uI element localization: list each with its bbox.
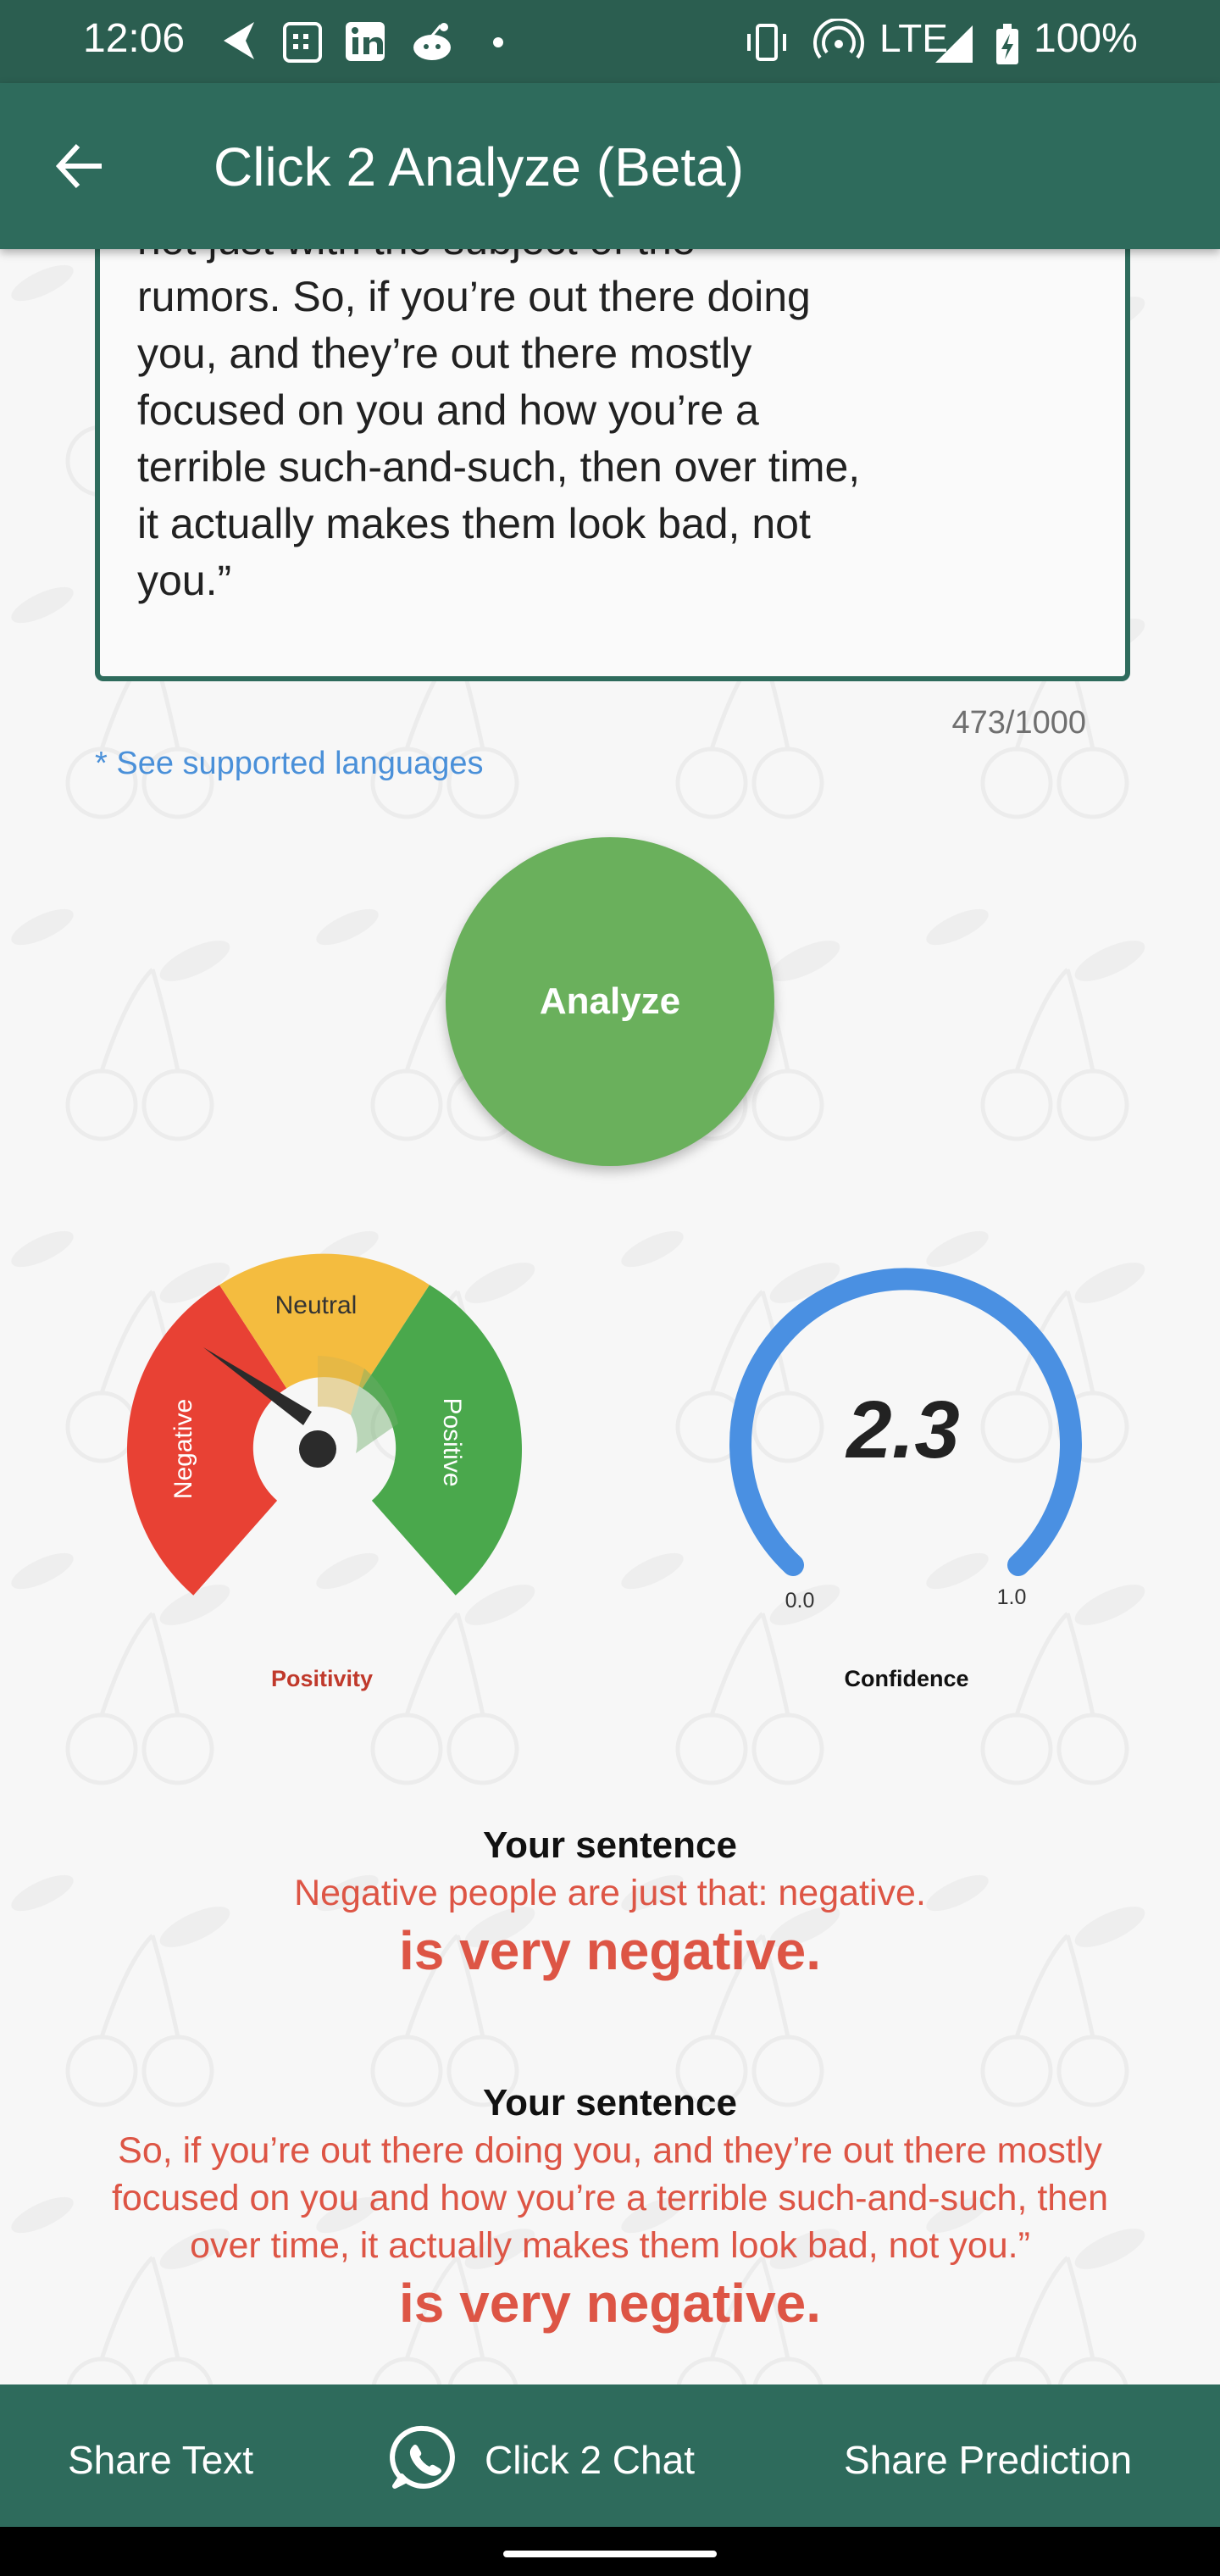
signal-icon (935, 25, 973, 63)
gauge-label-neutral: Neutral (275, 1291, 358, 1319)
input-line: rumors. So, if you’re out there doing (137, 273, 811, 320)
input-line: you.” (137, 557, 232, 604)
share-text-button[interactable]: Share Text (68, 2437, 253, 2483)
share-prediction-button[interactable]: Share Prediction (844, 2437, 1132, 2483)
hotspot-icon (813, 19, 864, 59)
page-title: Click 2 Analyze (Beta) (214, 136, 745, 197)
confidence-max-label: 1.0 (997, 1585, 1027, 1609)
gauge-label-positive: Positive (438, 1397, 466, 1486)
confidence-gauge: 2.3 0.0 1.0 (729, 1268, 1082, 1613)
navigation-arrow-icon (224, 22, 254, 59)
status-signal-battery (935, 24, 1018, 64)
result-verdict: is very negative. (398, 1920, 822, 1981)
app-bar: Click 2 Analyze (Beta) (0, 83, 1220, 249)
status-bar: 12:06 LTE 100% (0, 0, 1220, 83)
status-left-icons (224, 22, 503, 63)
result-heading: Your sentence (483, 1824, 737, 1866)
input-line: it actually makes them look bad, not (137, 500, 811, 547)
status-time: 12:06 (83, 16, 186, 61)
vibrate-icon (747, 24, 786, 61)
battery-level: 100% (1034, 16, 1138, 61)
more-dot-icon (493, 37, 503, 47)
analyze-button[interactable]: Analyze (446, 837, 774, 1166)
positivity-gauge: Negative Neutral Positive (127, 1253, 522, 1596)
result-block: Your sentence Negative people are just t… (0, 1822, 1220, 1985)
result-sentence: over time, it actually makes them look b… (190, 2225, 1030, 2266)
result-sentence: Negative people are just that: negative. (294, 1873, 926, 1913)
bottom-action-bar: Share Text Click 2 Chat Share Prediction (0, 2384, 1220, 2527)
text-input-area[interactable]: not just with the subject of the rumors.… (95, 212, 1130, 681)
whatsapp-icon (390, 2425, 455, 2489)
result-heading: Your sentence (483, 2082, 737, 2124)
result-block: Your sentence So, if you’re out there do… (0, 2079, 1220, 2337)
input-line: terrible such-and-such, then over time, (137, 443, 861, 491)
confidence-caption: Confidence (844, 1666, 969, 1691)
reddit-icon (413, 23, 451, 60)
click-2-chat-button[interactable]: Click 2 Chat (390, 2415, 746, 2496)
result-verdict: is very negative. (398, 2273, 822, 2334)
positivity-caption: Positivity (270, 1666, 374, 1691)
home-gesture-pill[interactable] (503, 2551, 717, 2557)
click-2-chat-label: Click 2 Chat (485, 2438, 695, 2482)
calendar-app-icon (283, 22, 322, 63)
gauge-label-negative: Negative (169, 1399, 197, 1499)
arrow-left-icon[interactable] (53, 139, 107, 193)
result-sentence: focused on you and how you’re a terrible… (111, 2178, 1109, 2218)
input-line: you, and they’re out there mostly (137, 330, 752, 377)
confidence-value: 2.3 (845, 1385, 959, 1475)
supported-languages-link[interactable]: * See supported languages (95, 746, 483, 782)
character-counter: 473/1000 (951, 705, 1087, 741)
battery-icon (996, 24, 1018, 64)
input-line: focused on you and how you’re a (137, 386, 759, 434)
gauge-needle-hub (299, 1430, 336, 1468)
result-sentence: So, if you’re out there doing you, and t… (118, 2130, 1102, 2171)
input-text: not just with the subject of the rumors.… (137, 212, 1078, 609)
linkedin-icon (346, 22, 385, 61)
confidence-min-label: 0.0 (785, 1589, 815, 1613)
